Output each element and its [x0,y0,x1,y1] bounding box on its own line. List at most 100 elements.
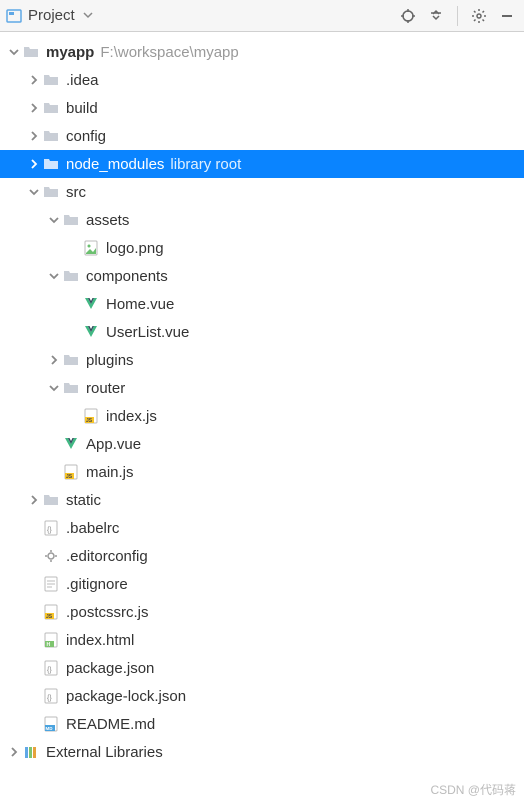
node-label: components [86,268,168,285]
toolbar: Project [0,0,524,32]
tree-node-router[interactable]: router [0,374,524,402]
node-label: package.json [66,660,154,677]
project-tree[interactable]: myapp F:\workspace\myapp .idea build con… [0,32,524,770]
tree-node-postcssrc[interactable]: JS .postcssrc.js [0,598,524,626]
node-label: .postcssrc.js [66,604,149,621]
chevron-down-icon[interactable] [6,44,22,60]
node-label: index.html [66,632,134,649]
svg-text:JS: JS [46,614,53,620]
tree-node-package-lock[interactable]: {} package-lock.json [0,682,524,710]
watermark: CSDN @代码蒋 [430,781,516,798]
tree-node-userlist-vue[interactable]: UserList.vue [0,318,524,346]
tree-node-node-modules[interactable]: node_modules library root [0,150,524,178]
tree-node-app-vue[interactable]: App.vue [0,430,524,458]
folder-icon [42,99,60,117]
svg-text:JS: JS [86,418,93,424]
node-label: App.vue [86,436,141,453]
folder-icon [42,127,60,145]
folder-icon [42,71,60,89]
node-label: plugins [86,352,134,369]
node-label: package-lock.json [66,688,186,705]
folder-icon [22,43,40,61]
chevron-right-icon[interactable] [6,744,22,760]
tree-node-static[interactable]: static [0,486,524,514]
chevron-right-icon[interactable] [26,492,42,508]
node-label: index.js [106,408,157,425]
node-label: config [66,128,106,145]
tree-node-editorconfig[interactable]: .editorconfig [0,542,524,570]
json-file-icon: {} [42,687,60,705]
chevron-right-icon[interactable] [26,100,42,116]
folder-icon [62,267,80,285]
node-label: External Libraries [46,744,163,761]
node-path: F:\workspace\myapp [100,44,238,61]
chevron-down-icon[interactable] [46,380,62,396]
svg-text:{}: {} [47,695,52,702]
svg-text:{}: {} [47,667,52,674]
node-label: UserList.vue [106,324,189,341]
gear-file-icon [42,547,60,565]
gear-icon[interactable] [468,5,490,27]
vue-file-icon [82,295,100,313]
tree-node-index-js[interactable]: JS index.js [0,402,524,430]
chevron-down-icon[interactable] [46,212,62,228]
node-label: .babelrc [66,520,119,537]
library-icon [22,743,40,761]
tree-node-package-json[interactable]: {} package.json [0,654,524,682]
hide-icon[interactable] [496,5,518,27]
tree-node-src[interactable]: src [0,178,524,206]
js-file-icon: JS [82,407,100,425]
tree-node-readme[interactable]: MD README.md [0,710,524,738]
tree-node-plugins[interactable]: plugins [0,346,524,374]
node-label: assets [86,212,129,229]
tree-node-external-libs[interactable]: External Libraries [0,738,524,766]
chevron-down-icon[interactable] [46,268,62,284]
node-label: .gitignore [66,576,128,593]
folder-icon [42,183,60,201]
tree-node-myapp[interactable]: myapp F:\workspace\myapp [0,38,524,66]
chevron-right-icon[interactable] [26,128,42,144]
vue-file-icon [82,323,100,341]
tree-node-build[interactable]: build [0,94,524,122]
node-label: .idea [66,72,99,89]
node-label: node_modules [66,156,164,173]
tree-node-main-js[interactable]: JS main.js [0,458,524,486]
node-label: .editorconfig [66,548,148,565]
toolbar-separator [457,6,458,26]
node-label: logo.png [106,240,164,257]
js-file-icon: JS [42,603,60,621]
html-file-icon: H [42,631,60,649]
tree-node-logo[interactable]: logo.png [0,234,524,262]
node-label: static [66,492,101,509]
project-dropdown[interactable]: Project [28,7,75,24]
tree-node-config[interactable]: config [0,122,524,150]
tree-node-index-html[interactable]: H index.html [0,626,524,654]
svg-text:H: H [47,642,51,648]
markdown-file-icon: MD [42,715,60,733]
dropdown-arrow-icon[interactable] [83,7,93,24]
node-label: main.js [86,464,134,481]
tree-node-assets[interactable]: assets [0,206,524,234]
target-icon[interactable] [397,5,419,27]
chevron-right-icon[interactable] [26,72,42,88]
node-label: router [86,380,125,397]
chevron-down-icon[interactable] [26,184,42,200]
node-label: src [66,184,86,201]
tree-node-home-vue[interactable]: Home.vue [0,290,524,318]
svg-text:JS: JS [66,474,73,480]
folder-icon [62,351,80,369]
chevron-right-icon[interactable] [46,352,62,368]
collapse-all-icon[interactable] [425,5,447,27]
node-hint: library root [170,156,241,173]
tree-node-gitignore[interactable]: .gitignore [0,570,524,598]
tree-node-components[interactable]: components [0,262,524,290]
node-label: README.md [66,716,155,733]
text-file-icon [42,575,60,593]
vue-file-icon [62,435,80,453]
chevron-right-icon[interactable] [26,156,42,172]
svg-text:{}: {} [47,527,52,534]
tree-node-idea[interactable]: .idea [0,66,524,94]
tree-node-babelrc[interactable]: {} .babelrc [0,514,524,542]
node-label: Home.vue [106,296,174,313]
js-file-icon: JS [62,463,80,481]
